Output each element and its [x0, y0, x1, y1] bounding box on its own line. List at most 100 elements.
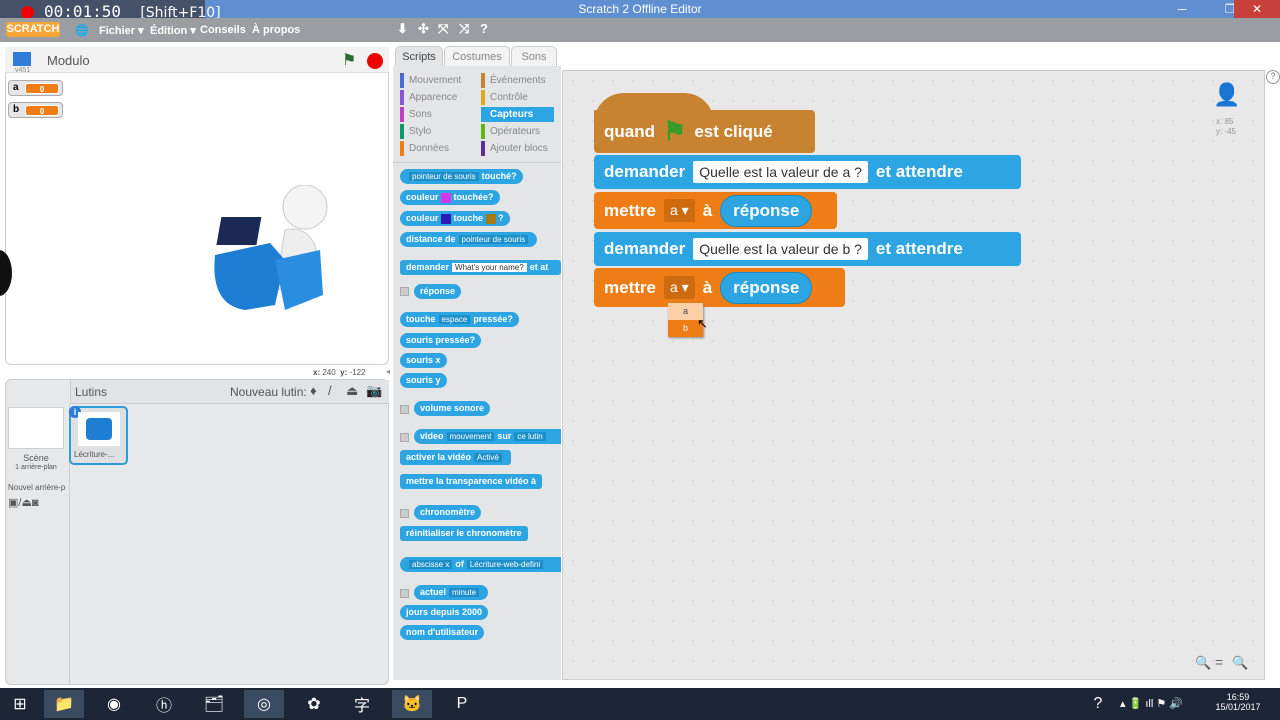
category-controle[interactable]: Contrôle — [481, 90, 528, 105]
duplicate-icon[interactable]: ⬇ — [397, 21, 408, 37]
fullscreen-icon[interactable] — [13, 52, 31, 66]
block-mouse-down[interactable]: souris pressée? — [400, 333, 482, 348]
app-icon[interactable]: ✿ — [294, 690, 334, 718]
category-sons[interactable]: Sons — [400, 107, 432, 122]
powerpoint-icon[interactable]: P — [442, 690, 482, 718]
block-video-on[interactable]: activer la vidéo Activé — [400, 450, 511, 465]
file-explorer-icon[interactable]: 📁 — [44, 690, 84, 718]
variable-value: 0 — [25, 105, 59, 116]
block-loudness[interactable]: volume sonore — [414, 401, 491, 416]
block-set-a[interactable]: mettre a ▾ à réponse — [594, 192, 837, 229]
globe-icon[interactable]: 🌐 — [75, 24, 89, 37]
category-evenements[interactable]: Événements — [481, 73, 546, 88]
backdrop-tools-icons[interactable]: ▣/⏏◙ — [8, 496, 39, 509]
clock[interactable]: 16:59 15/01/2017 — [1212, 692, 1264, 712]
block-days-since-2000[interactable]: jours depuis 2000 — [400, 605, 489, 620]
tab-costumes[interactable]: Costumes — [444, 46, 510, 66]
shrink-icon[interactable]: ⤨ — [459, 21, 469, 37]
minimize-button[interactable]: ─ — [1168, 0, 1196, 18]
project-name[interactable]: Modulo — [47, 53, 90, 68]
variable-value: 0 — [25, 83, 59, 94]
menu-a-propos[interactable]: À propos — [252, 24, 300, 36]
block-video-motion[interactable]: video mouvement sur ce lutin — [414, 429, 561, 444]
camera-icon[interactable]: 📷 — [366, 383, 382, 399]
media-app-icon[interactable]: ◉ — [94, 690, 134, 718]
ask-text-input[interactable]: Quelle est la valeur de a ? — [693, 161, 868, 183]
help-icon[interactable]: ? — [480, 21, 488, 36]
block-timer[interactable]: chronomètre — [414, 505, 482, 520]
answer-reporter[interactable]: réponse — [720, 271, 813, 304]
checkbox-answer[interactable] — [400, 287, 409, 296]
variable-dropdown[interactable]: a ▾ — [663, 199, 695, 222]
zoom-out-icon[interactable]: 🔍 — [1195, 655, 1211, 671]
color-swatch — [441, 192, 452, 203]
scratch-taskbar-icon[interactable]: 🐱 — [392, 690, 432, 718]
checkbox-current[interactable] — [400, 589, 409, 598]
help-tips-icon[interactable]: ? — [1266, 70, 1280, 84]
category-donnees[interactable]: Données — [400, 141, 449, 156]
close-button[interactable]: ✕ — [1234, 0, 1280, 18]
category-mouvement[interactable]: Mouvement — [400, 73, 461, 88]
block-ask[interactable]: demander What's your name? et at — [400, 260, 561, 275]
ask-text-input[interactable]: Quelle est la valeur de b ? — [693, 238, 868, 260]
tab-scripts[interactable]: Scripts — [395, 46, 443, 66]
category-operateurs[interactable]: Opérateurs — [481, 124, 540, 139]
checkbox-video[interactable] — [400, 433, 409, 442]
block-answer[interactable]: réponse — [414, 284, 462, 299]
block-reset-timer[interactable]: réinitialiser le chronomètre — [400, 526, 528, 541]
block-mouse-y[interactable]: souris y — [400, 373, 447, 388]
block-ask-a[interactable]: demander Quelle est la valeur de a ? et at… — [594, 155, 1021, 189]
upload-icon[interactable]: ⏏ — [346, 383, 358, 399]
block-attribute-of[interactable]: abscisse x of Lécriture-web-defini — [400, 557, 561, 572]
help-tray-icon[interactable]: ? — [1084, 690, 1112, 718]
block-username[interactable]: nom d'utilisateur — [400, 625, 485, 640]
block-ask-b[interactable]: demander Quelle est la valeur de b ? et at… — [594, 232, 1021, 266]
sprite-library-icon[interactable]: ♦ — [310, 383, 317, 398]
category-stylo[interactable]: Stylo — [400, 124, 431, 139]
block-color-touching[interactable]: couleur touchée? — [400, 190, 500, 205]
cut-icon[interactable]: ✣ — [418, 21, 429, 37]
folder-icon[interactable]: 🗂 — [194, 690, 234, 718]
zoom-in-icon[interactable]: 🔍 — [1232, 655, 1248, 671]
sprite-thumbnail[interactable]: i Lécriture-... — [69, 406, 128, 465]
variable-monitor-b: b0 — [8, 102, 63, 118]
hp-icon[interactable]: ⓗ — [144, 690, 184, 718]
sprite-character[interactable] — [205, 185, 335, 320]
block-touching[interactable]: pointeur de souris touché? — [400, 169, 523, 184]
green-flag-icon[interactable]: ⚑ — [342, 50, 356, 70]
menu-fichier[interactable]: Fichier ▾ — [99, 24, 144, 37]
category-ajouter-blocs[interactable]: Ajouter blocs — [481, 141, 548, 156]
variable-name: a — [13, 82, 19, 93]
sprite-image — [78, 412, 120, 446]
block-distance[interactable]: distance de pointeur de souris — [400, 232, 538, 247]
variable-monitor-a: a0 — [8, 80, 63, 96]
new-sprite-label: Nouveau lutin: — [230, 385, 307, 399]
checkbox-loudness[interactable] — [400, 405, 409, 414]
windows-start-icon[interactable]: ⊞ — [0, 690, 40, 718]
answer-reporter[interactable]: réponse — [720, 194, 813, 227]
block-mouse-x[interactable]: souris x — [400, 353, 447, 368]
chrome-icon[interactable]: ◎ — [244, 690, 284, 718]
category-apparence[interactable]: Apparence — [400, 90, 457, 105]
stop-icon[interactable] — [367, 53, 383, 69]
menu-conseils[interactable]: Conseils — [200, 24, 246, 36]
block-key-pressed[interactable]: touche espace pressée? — [400, 312, 519, 327]
block-current[interactable]: actuel minute — [414, 585, 489, 600]
variable-dropdown[interactable]: a ▾ — [663, 276, 695, 299]
language-icon[interactable]: 字 — [342, 690, 382, 718]
menu-edition[interactable]: Édition ▾ — [150, 24, 196, 37]
zoom-reset-icon[interactable]: = — [1215, 654, 1223, 670]
scene-thumbnail[interactable] — [8, 407, 64, 449]
block-color-touches-color[interactable]: couleur touche ? — [400, 211, 510, 226]
menu-bar: SCRATCH 🌐 Fichier ▾ Édition ▾ Conseils À… — [0, 18, 1280, 42]
system-tray-icons[interactable]: ▴ 🔋 ıll ⚑ 🔊 — [1120, 697, 1183, 710]
tab-sons[interactable]: Sons — [511, 46, 557, 66]
collapse-stage-icon[interactable]: ◂ — [386, 367, 394, 379]
checkbox-timer[interactable] — [400, 509, 409, 518]
category-capteurs[interactable]: Capteurs — [481, 107, 554, 122]
grow-icon[interactable]: ⤧ — [438, 21, 448, 37]
paint-icon[interactable]: / — [328, 383, 332, 398]
block-when-flag-clicked[interactable]: quand ⚑ est cliqué — [594, 110, 815, 153]
block-video-transparency[interactable]: mettre la transparence vidéo à — [400, 474, 543, 489]
block-set-b[interactable]: mettre a ▾ à réponse — [594, 268, 845, 307]
